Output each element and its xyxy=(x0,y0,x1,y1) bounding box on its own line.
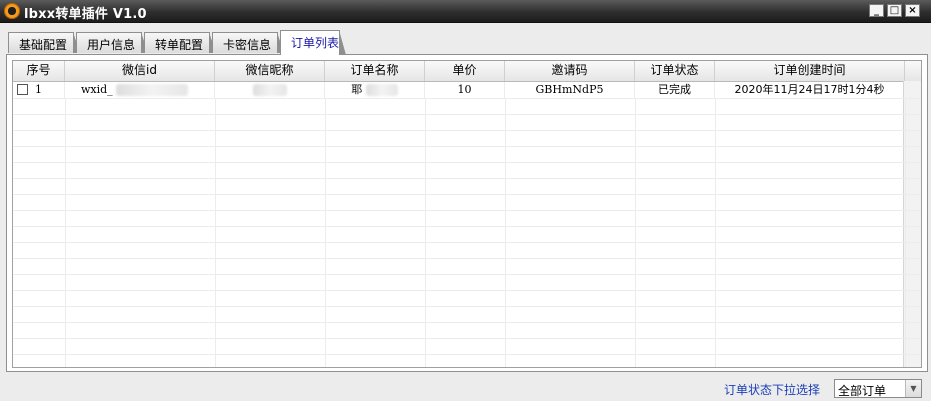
dropdown-arrow-icon[interactable]: ▼ xyxy=(905,380,921,397)
column-separator xyxy=(425,98,426,367)
grid-line xyxy=(13,354,921,355)
grid-line xyxy=(13,226,921,227)
maximize-button[interactable]: □ xyxy=(887,4,902,17)
tab-strip: 基础配置 用户信息 转单配置 卡密信息 订单列表 xyxy=(0,30,931,55)
column-separator xyxy=(715,98,716,367)
table-row[interactable]: 1 wxid_ 耶 10 GBHmNdP5 已完成 2020年11月24日17时… xyxy=(13,82,921,98)
window-title: lbxx转单插件 V1.0 xyxy=(24,7,147,22)
table-header: 序号 微信id 微信昵称 订单名称 单价 邀请码 订单状态 订单创建时间 xyxy=(13,61,921,82)
grid-line xyxy=(13,322,921,323)
grid-line xyxy=(13,162,921,163)
grid-line xyxy=(13,114,921,115)
tab-order-list[interactable]: 订单列表 xyxy=(280,30,346,55)
status-filter-select[interactable]: 全部订单 ▼ xyxy=(834,379,922,398)
redacted-blur xyxy=(116,84,189,96)
col-nickname[interactable]: 微信昵称 xyxy=(215,61,325,81)
grid-line xyxy=(13,306,921,307)
status-filter-label: 订单状态下拉选择 xyxy=(724,383,821,397)
col-index[interactable]: 序号 xyxy=(13,61,65,81)
column-separator xyxy=(505,98,506,367)
status-filter-value: 全部订单 xyxy=(838,384,887,398)
redacted-blur xyxy=(252,84,287,96)
col-order-name[interactable]: 订单名称 xyxy=(325,61,425,81)
grid-line xyxy=(13,274,921,275)
grid-line xyxy=(13,338,921,339)
grid-line xyxy=(13,290,921,291)
close-button[interactable]: × xyxy=(905,4,920,17)
col-status[interactable]: 订单状态 xyxy=(635,61,715,81)
tab-transfer-config[interactable]: 转单配置 xyxy=(144,32,216,53)
redacted-blur xyxy=(365,84,398,96)
cell-price: 10 xyxy=(425,82,505,98)
tab-basic-config[interactable]: 基础配置 xyxy=(8,32,80,53)
grid-line xyxy=(13,258,921,259)
col-invite-code[interactable]: 邀请码 xyxy=(505,61,635,81)
grid-line xyxy=(13,242,921,243)
column-separator xyxy=(325,98,326,367)
row-checkbox[interactable] xyxy=(17,84,28,95)
title-bar: lbxx转单插件 V1.0 _ □ × xyxy=(0,0,931,23)
grid-line xyxy=(13,178,921,179)
cell-order-name: 耶 xyxy=(325,82,425,98)
grid-line xyxy=(13,130,921,131)
col-wechat-id[interactable]: 微信id xyxy=(65,61,215,81)
order-list-panel: 序号 微信id 微信昵称 订单名称 单价 邀请码 订单状态 订单创建时间 1 w… xyxy=(6,54,928,372)
column-separator xyxy=(635,98,636,367)
cell-created-at: 2020年11月24日17时1分4秒 xyxy=(715,82,905,98)
col-created-at[interactable]: 订单创建时间 xyxy=(715,61,905,81)
cell-index: 1 xyxy=(13,82,65,98)
app-logo-icon xyxy=(4,3,20,19)
column-separator xyxy=(215,98,216,367)
column-separator xyxy=(905,98,906,367)
order-table[interactable]: 序号 微信id 微信昵称 订单名称 单价 邀请码 订单状态 订单创建时间 1 w… xyxy=(12,60,922,368)
cell-status: 已完成 xyxy=(635,82,715,98)
grid-line xyxy=(13,210,921,211)
grid-line xyxy=(13,146,921,147)
column-separator xyxy=(65,98,66,367)
tab-user-info[interactable]: 用户信息 xyxy=(76,32,148,53)
cell-wechat-id: wxid_ xyxy=(65,82,215,98)
grid-line xyxy=(13,98,921,99)
cell-nickname xyxy=(215,82,325,98)
minimize-button[interactable]: _ xyxy=(869,4,884,17)
grid-line xyxy=(13,194,921,195)
cell-invite-code: GBHmNdP5 xyxy=(505,82,635,98)
tab-card-info[interactable]: 卡密信息 xyxy=(212,32,284,53)
col-price[interactable]: 单价 xyxy=(425,61,505,81)
